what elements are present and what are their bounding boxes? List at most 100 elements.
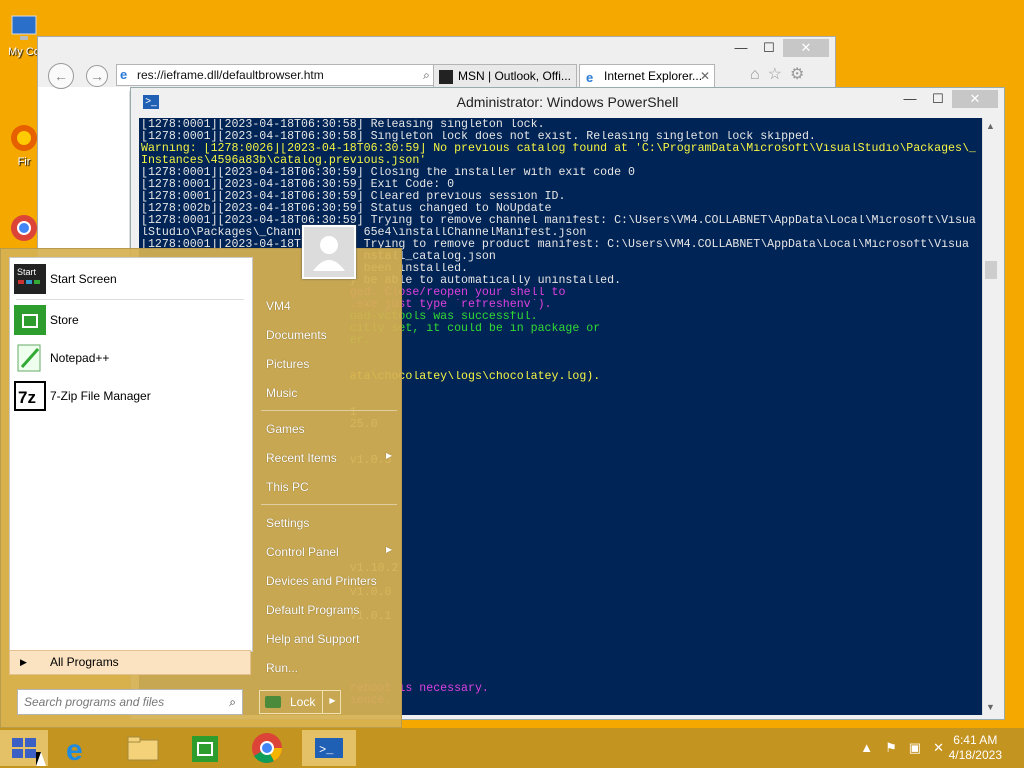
start-item-recent-items[interactable]: Recent Items ▶ bbox=[266, 451, 392, 465]
taskbar-store[interactable] bbox=[178, 730, 232, 766]
taskbar-chrome[interactable] bbox=[240, 730, 294, 766]
item-label: Games bbox=[266, 422, 305, 436]
start-programs-pane: Start Start Screen Store Notepad++ 7z 7-… bbox=[9, 257, 253, 652]
divider bbox=[261, 504, 397, 505]
ie-right-toolbar: ⌂☆⚙ bbox=[750, 64, 812, 84]
settings-gear-icon[interactable]: ⚙ bbox=[790, 66, 812, 83]
item-label: Run... bbox=[266, 661, 299, 675]
store-icon bbox=[14, 305, 46, 335]
tab-close-icon[interactable]: ✕ bbox=[700, 65, 710, 87]
msn-icon bbox=[439, 69, 453, 84]
tab-label: MSN | Outlook, Offi... bbox=[458, 69, 571, 83]
start-item-games[interactable]: Games bbox=[266, 422, 305, 436]
start-item-default-programs[interactable]: Default Programs bbox=[266, 603, 359, 617]
favorites-star-icon[interactable]: ☆ bbox=[768, 66, 790, 83]
item-label: This PC bbox=[266, 480, 309, 494]
program-7zip[interactable]: 7z 7-Zip File Manager bbox=[14, 379, 246, 413]
lock-button[interactable]: Lock ▶ bbox=[259, 690, 341, 714]
item-label: Control Panel bbox=[266, 545, 339, 559]
play-arrow-icon: ▶ bbox=[20, 657, 27, 667]
minimize-icon[interactable]: — bbox=[727, 39, 755, 57]
tab-label: Internet Explorer... bbox=[604, 69, 703, 83]
program-store[interactable]: Store bbox=[14, 303, 246, 337]
submenu-arrow-icon: ▶ bbox=[386, 451, 393, 460]
taskbar-file-explorer[interactable] bbox=[116, 730, 170, 766]
scroll-down-icon[interactable]: ▼ bbox=[983, 699, 998, 715]
desktop-icon-label: Fir bbox=[17, 156, 31, 168]
taskbar-powershell[interactable]: >_ bbox=[302, 730, 356, 766]
start-item-devices-printers[interactable]: Devices and Printers bbox=[266, 574, 377, 588]
window-title: Administrator: Windows PowerShell bbox=[456, 94, 679, 110]
console-line: [1278:0001][2023-04-18T06:30:59] Exit Co… bbox=[141, 179, 455, 191]
item-label: Pictures bbox=[266, 357, 310, 371]
all-programs-button[interactable]: ▶ All Programs bbox=[9, 650, 251, 675]
start-search-input[interactable]: Search programs and files ⌕ bbox=[17, 689, 243, 715]
console-line: Warning: [1278:0026][2023-04-18T06:30:59… bbox=[141, 143, 976, 155]
action-center-flag-icon[interactable]: ⚑ bbox=[885, 740, 909, 755]
start-item-user[interactable]: VM4 bbox=[266, 299, 291, 313]
start-item-pictures[interactable]: Pictures bbox=[266, 357, 309, 371]
back-button[interactable]: ← bbox=[48, 63, 74, 89]
ps-window-controls: — ☐ ✕ bbox=[896, 90, 998, 108]
program-start-screen[interactable]: Start Start Screen bbox=[14, 262, 246, 296]
item-label: VM4 bbox=[266, 299, 291, 313]
powershell-titlebar[interactable]: >_ Administrator: Windows PowerShell — ☐… bbox=[131, 88, 1004, 118]
svg-text:e: e bbox=[586, 70, 593, 84]
forward-button[interactable]: → bbox=[86, 65, 108, 87]
close-icon[interactable]: ✕ bbox=[952, 90, 998, 108]
console-line: [1278:002b][2023-04-18T06:30:59] Status … bbox=[141, 203, 552, 215]
lock-label: Lock bbox=[290, 695, 316, 709]
network-icon[interactable]: ▣ bbox=[909, 740, 933, 755]
computer-icon bbox=[8, 12, 40, 44]
chrome-icon bbox=[252, 733, 282, 763]
item-label: Default Programs bbox=[266, 603, 360, 617]
search-icon[interactable]: ⌕ bbox=[229, 690, 236, 714]
item-label: Devices and Printers bbox=[266, 574, 377, 588]
svg-text:7z: 7z bbox=[18, 388, 36, 407]
scroll-up-icon[interactable]: ▲ bbox=[983, 118, 998, 134]
tab-msn[interactable]: MSN | Outlook, Offi... bbox=[433, 64, 577, 88]
svg-text:e: e bbox=[66, 734, 83, 766]
maximize-icon[interactable]: ☐ bbox=[924, 90, 952, 108]
console-line: [1278:0001][2023-04-18T06:30:59] Trying … bbox=[141, 215, 976, 227]
clock-date: 4/18/2023 bbox=[948, 748, 1002, 762]
show-hidden-icons-icon[interactable]: ▲ bbox=[860, 740, 885, 755]
ie-icon: e bbox=[66, 734, 83, 767]
tab-internet-explorer[interactable]: e Internet Explorer... ✕ bbox=[579, 64, 715, 88]
divider bbox=[261, 410, 397, 411]
start-item-documents[interactable]: Documents bbox=[266, 328, 327, 342]
start-item-control-panel[interactable]: Control Panel ▶ bbox=[266, 545, 392, 559]
taskbar-internet-explorer[interactable]: e bbox=[52, 730, 106, 767]
item-label: Help and Support bbox=[266, 632, 360, 646]
start-item-music[interactable]: Music bbox=[266, 386, 297, 400]
item-label: Documents bbox=[266, 328, 327, 342]
ie-toolbar: — ☐ ✕ ← → e res://ieframe.dll/defaultbro… bbox=[38, 37, 835, 89]
home-icon[interactable]: ⌂ bbox=[750, 66, 768, 83]
svg-text:>_: >_ bbox=[319, 743, 334, 757]
ie-icon: e bbox=[585, 69, 599, 85]
address-bar[interactable]: e res://ieframe.dll/defaultbrowser.htm ⌕… bbox=[116, 64, 468, 86]
notepad-plus-plus-icon bbox=[14, 343, 46, 373]
console-scrollbar[interactable]: ▲ ▼ bbox=[982, 118, 998, 715]
console-line: [1278:0001][2023-04-18T06:30:58] Singlet… bbox=[141, 131, 816, 143]
scroll-thumb[interactable] bbox=[985, 261, 997, 279]
item-label: Music bbox=[266, 386, 298, 400]
taskbar-clock[interactable]: 6:41 AM 4/18/2023 bbox=[949, 733, 1002, 763]
mouse-cursor-icon bbox=[36, 752, 46, 766]
power-options-arrow-icon[interactable]: ▶ bbox=[322, 690, 342, 714]
start-item-settings[interactable]: Settings bbox=[266, 516, 309, 530]
start-item-this-pc[interactable]: This PC bbox=[266, 480, 309, 494]
program-notepad-plus-plus[interactable]: Notepad++ bbox=[14, 341, 246, 375]
7zip-icon: 7z bbox=[14, 381, 46, 411]
user-avatar[interactable] bbox=[302, 225, 356, 279]
minimize-icon[interactable]: — bbox=[896, 90, 924, 108]
maximize-icon[interactable]: ☐ bbox=[755, 39, 783, 57]
start-item-run[interactable]: Run... bbox=[266, 661, 298, 675]
start-item-help-support[interactable]: Help and Support bbox=[266, 632, 359, 646]
clock-time: 6:41 AM bbox=[953, 733, 998, 747]
close-icon[interactable]: ✕ bbox=[783, 39, 829, 57]
divider bbox=[16, 299, 244, 300]
taskbar: e >_ ▲⚑▣✕ 6:41 AM 4/18/2023 bbox=[0, 728, 1024, 768]
console-line: [1278:0001][2023-04-18T06:30:58] Releasi… bbox=[141, 119, 545, 131]
store-icon bbox=[192, 736, 218, 762]
